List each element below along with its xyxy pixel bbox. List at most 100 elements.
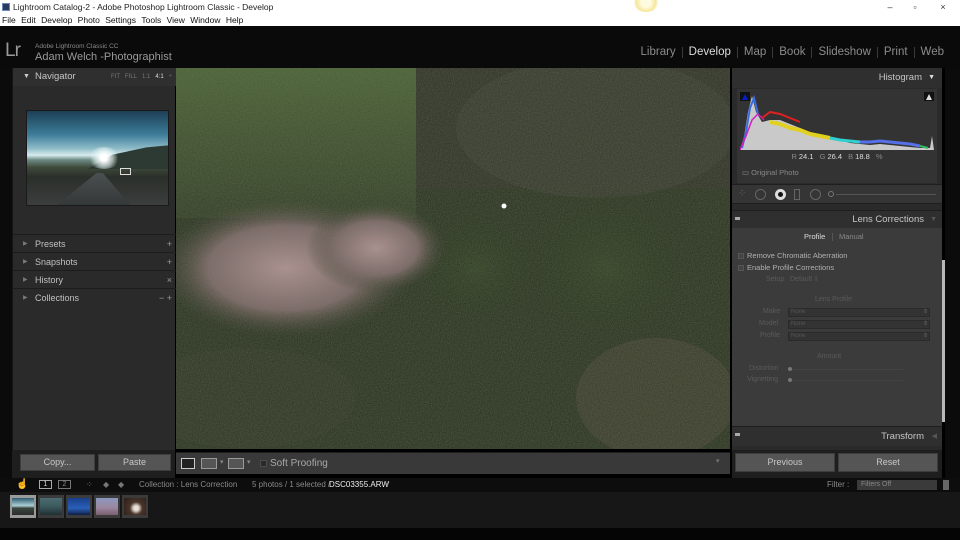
soft-proofing-checkbox[interactable] [260,460,267,467]
secondary-display-icon[interactable]: ☝ [16,478,28,492]
left-panel-toggle[interactable] [0,68,12,478]
module-library[interactable]: Library [635,46,682,58]
original-photo-toggle[interactable]: ▭ Original Photo [742,168,799,177]
collection-source[interactable]: Collection : Lens Correction [139,478,237,492]
filmstrip-thumbnail[interactable] [38,495,64,518]
collapse-triangle-icon[interactable]: ▼ [23,68,30,86]
setup-label: Setup [766,276,785,283]
filter-dropdown[interactable]: Filters Off [857,480,937,490]
histogram[interactable]: R 24.1 G 26.4 B 18.8 % ▭ Original Photo [737,89,937,183]
tab-manual[interactable]: Manual [839,228,864,246]
panel-switch-icon[interactable] [735,433,740,436]
filmstrip-thumbnail[interactable] [66,495,92,518]
copy-button[interactable]: Copy... [20,454,95,471]
menu-tools[interactable]: Tools [141,15,161,25]
navigator-zoom-box[interactable] [120,168,131,175]
add-snapshot-icon[interactable]: + [167,253,172,271]
adjustment-brush-icon[interactable] [828,191,834,197]
thumbnail-image [40,498,62,515]
before-after-menu-icon[interactable]: ▾ [220,458,224,466]
menu-settings[interactable]: Settings [105,15,136,25]
collapse-triangle-icon[interactable]: ▼ [930,211,937,229]
vignetting-slider[interactable] [788,378,903,382]
grid-view-icon[interactable]: ⁘ [86,478,93,492]
menu-window[interactable]: Window [190,15,220,25]
zoom-1-1[interactable]: 1:1 [142,68,150,86]
menu-help[interactable]: Help [226,15,243,25]
current-filename[interactable]: DSC03355.ARW [329,478,389,492]
module-book[interactable]: Book [773,46,811,58]
graduated-filter-icon[interactable] [794,189,800,200]
profile-dropdown[interactable]: None ⇕ [788,332,930,341]
filmstrip-thumbnail[interactable] [10,495,36,518]
filmstrip-thumbnail[interactable] [122,495,148,518]
model-dropdown[interactable]: None ⇕ [788,320,930,329]
red-eye-icon[interactable] [775,189,786,200]
crop-overlay-icon[interactable]: ⁘ [738,188,746,199]
forward-arrow-icon[interactable]: ◆ [118,478,124,492]
tool-slider-track[interactable] [836,194,936,195]
section-presets[interactable]: ▶ Presets + [13,234,176,252]
lens-corrections-panel: Profile Manual Remove Chromatic Aberrati… [732,228,942,428]
previous-button[interactable]: Previous [735,453,835,472]
maximize-button[interactable]: ▫ [905,0,925,14]
loupe-view-icon[interactable] [181,458,195,469]
right-panel-toggle[interactable] [945,68,960,478]
transform-header[interactable]: Transform ◀ [732,426,942,446]
menu-view[interactable]: View [167,15,185,25]
paste-button[interactable]: Paste [98,454,171,471]
swap-menu-icon[interactable]: ▾ [247,458,251,466]
enable-profile-corrections-checkbox[interactable] [738,265,744,271]
toolbar-menu-icon[interactable]: ▾ [716,457,720,465]
module-web[interactable]: Web [915,46,950,58]
expand-triangle-icon[interactable]: ◀ [932,427,937,447]
menu-develop[interactable]: Develop [41,15,72,25]
filmstrip-thumbnail[interactable] [94,495,120,518]
minimize-button[interactable]: – [880,0,900,14]
panel-switch-icon[interactable] [735,217,740,220]
menu-photo[interactable]: Photo [78,15,100,25]
module-map[interactable]: Map [738,46,772,58]
slider-knob[interactable] [788,378,792,382]
before-after-icon[interactable] [201,458,217,469]
close-button[interactable]: × [933,0,953,14]
setup-dropdown[interactable]: Default ‡ [790,276,818,283]
menu-edit[interactable]: Edit [21,15,36,25]
navigator-header[interactable]: ▼ Navigator FIT FILL 1:1 4:1 ÷ [13,68,176,86]
view-1-button[interactable]: 1 [39,480,52,489]
zoom-4-1[interactable]: 4:1 [155,68,163,86]
collapse-triangle-icon[interactable]: ▼ [928,68,935,88]
collection-actions-icon[interactable]: − + [159,289,172,307]
swap-before-after-icon[interactable] [228,458,244,469]
lens-corrections-header[interactable]: Lens Corrections ▼ [732,210,942,228]
navigator-preview[interactable] [26,110,169,206]
make-dropdown[interactable]: None ⇕ [788,308,930,317]
module-slideshow[interactable]: Slideshow [812,46,876,58]
section-history[interactable]: ▶ History × [13,270,176,288]
back-arrow-icon[interactable]: ◆ [103,478,109,492]
spot-removal-icon[interactable] [755,189,766,200]
tab-profile[interactable]: Profile [804,228,825,246]
zoom-fit[interactable]: FIT [111,68,120,86]
menu-file[interactable]: File [2,15,16,25]
histogram-header[interactable]: Histogram ▼ [732,68,942,88]
zoom-menu-icon[interactable]: ÷ [169,68,172,86]
filter-lock-icon[interactable] [943,480,949,490]
module-develop[interactable]: Develop [683,46,737,58]
slider-knob[interactable] [788,367,792,371]
filename-menu-icon[interactable]: ˅ [385,478,390,492]
main-photo-view[interactable] [176,68,730,449]
clear-history-icon[interactable]: × [167,271,172,289]
section-snapshots[interactable]: ▶ Snapshots + [13,252,176,270]
add-preset-icon[interactable]: + [167,235,172,253]
right-panel-scrollbar[interactable] [942,260,945,422]
reset-button[interactable]: Reset [838,453,938,472]
zoom-fill[interactable]: FILL [125,68,137,86]
remove-chromatic-aberration-checkbox[interactable] [738,253,744,259]
green-value: 26.4 [827,152,843,161]
distortion-slider[interactable] [788,367,903,371]
module-print[interactable]: Print [878,46,914,58]
section-collections[interactable]: ▶ Collections − + [13,288,176,306]
view-2-button[interactable]: 2 [58,480,71,489]
radial-filter-icon[interactable] [810,189,821,200]
